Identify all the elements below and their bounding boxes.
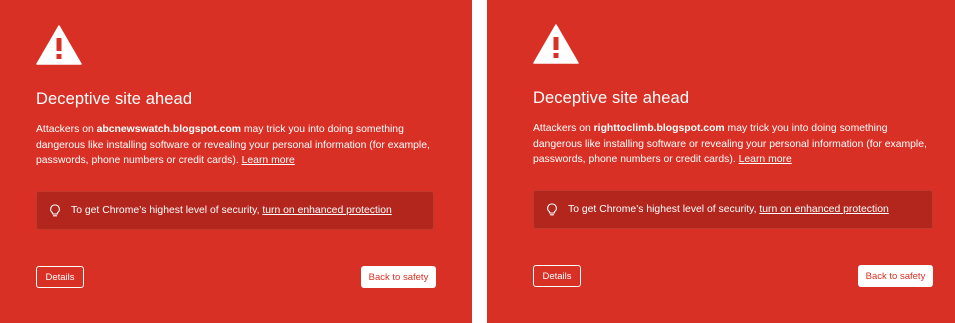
details-button[interactable]: Details	[36, 266, 84, 288]
learn-more-link[interactable]: Learn more	[739, 154, 792, 165]
message-prefix: Attackers on	[36, 124, 97, 135]
enhanced-protection-box: To get Chrome’s highest level of securit…	[36, 191, 434, 230]
back-to-safety-button[interactable]: Back to safety	[858, 265, 933, 287]
page-heading: Deceptive site ahead	[36, 90, 193, 108]
site-url: abcnewswatch.blogspot.com	[96, 124, 241, 135]
warning-triangle-icon	[36, 25, 82, 65]
warning-message: Attackers on abcnewswatch.blogspot.com m…	[36, 122, 436, 169]
lightbulb-icon	[50, 203, 60, 216]
back-to-safety-button[interactable]: Back to safety	[361, 266, 436, 288]
warning-message: Attackers on righttoclimb.blogspot.com m…	[533, 121, 933, 168]
info-text: To get Chrome’s highest level of securit…	[568, 204, 757, 215]
site-url: righttoclimb.blogspot.com	[593, 123, 725, 134]
enhanced-protection-link[interactable]: turn on enhanced protection	[262, 205, 391, 216]
info-text: To get Chrome’s highest level of securit…	[71, 205, 260, 216]
learn-more-link[interactable]: Learn more	[242, 155, 295, 166]
page-heading: Deceptive site ahead	[533, 89, 690, 107]
warning-triangle-icon	[533, 24, 579, 64]
lightbulb-icon	[547, 202, 557, 215]
warning-page-right: Deceptive site ahead Attackers on rightt…	[487, 0, 955, 323]
warning-page-left: Deceptive site ahead Attackers on abcnew…	[0, 0, 472, 323]
enhanced-protection-box: To get Chrome’s highest level of securit…	[533, 190, 933, 229]
enhanced-protection-link[interactable]: turn on enhanced protection	[759, 204, 888, 215]
details-button[interactable]: Details	[533, 265, 581, 287]
message-prefix: Attackers on	[533, 123, 594, 134]
